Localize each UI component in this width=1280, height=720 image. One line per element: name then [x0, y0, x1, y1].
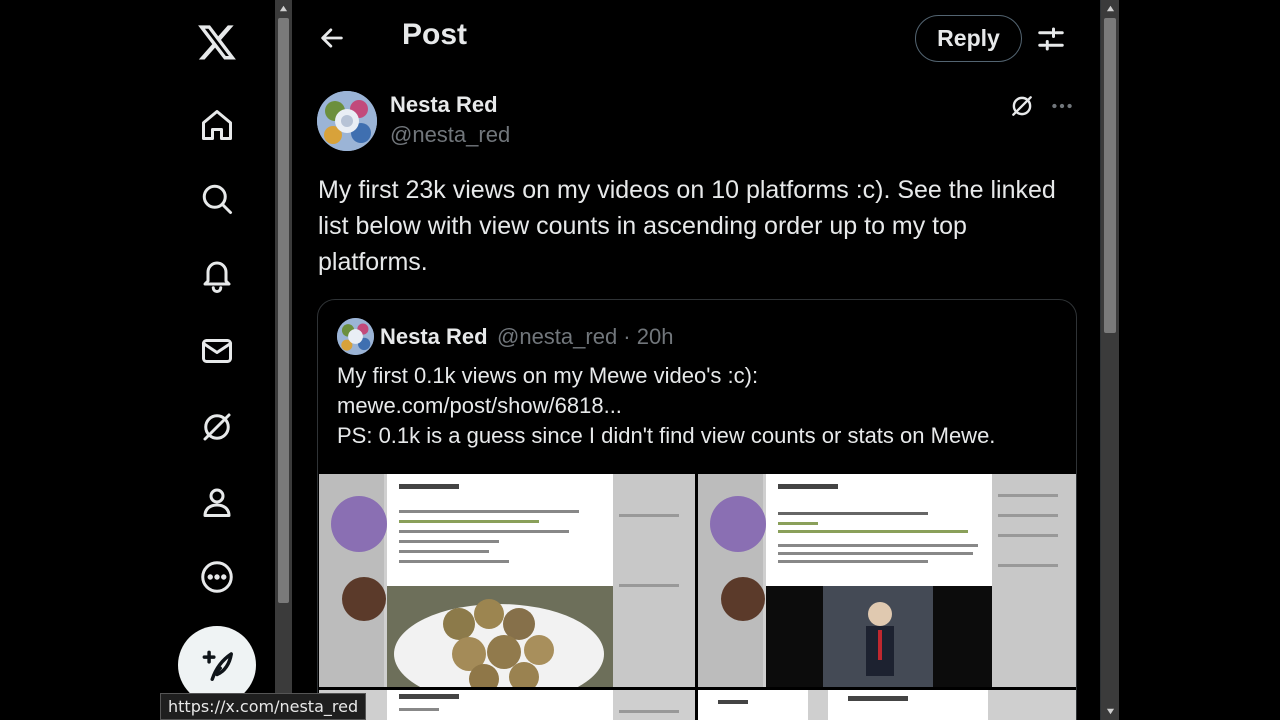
profile-icon[interactable]	[193, 478, 241, 526]
reply-button[interactable]: Reply	[915, 15, 1022, 62]
page-scrollbar[interactable]	[1101, 0, 1119, 720]
home-icon[interactable]	[193, 101, 241, 149]
scroll-down-arrow-icon[interactable]	[1101, 703, 1119, 720]
tweet-text: My first 23k views on my videos on 10 pl…	[318, 176, 1056, 276]
scrollbar-thumb[interactable]	[1104, 18, 1116, 333]
media-image-4[interactable]	[698, 690, 1076, 720]
sliders-icon	[1038, 27, 1064, 51]
media-image-1[interactable]	[319, 474, 695, 687]
more-horizontal-icon	[1052, 103, 1072, 109]
scrollbar-thumb[interactable]	[278, 18, 289, 603]
post-column: Post Reply Nesta Red @nesta_red My first…	[292, 0, 1101, 720]
more-options-button[interactable]	[1046, 90, 1078, 122]
quoted-handle-time: @nesta_red · 20h	[497, 324, 674, 349]
scroll-up-arrow-icon[interactable]	[1101, 0, 1119, 17]
quoted-author-avatar[interactable]	[337, 318, 374, 355]
quoted-text: My first 0.1k views on my Mewe video's :…	[337, 361, 1057, 451]
author-handle[interactable]: @nesta_red	[390, 122, 510, 148]
messages-icon[interactable]	[193, 327, 241, 375]
grok-icon	[1012, 96, 1032, 116]
status-bar-url: https://x.com/nesta_red	[160, 693, 367, 720]
author-avatar[interactable]	[317, 91, 377, 151]
quoted-link[interactable]: mewe.com/post/show/6818...	[337, 391, 1057, 421]
grok-icon[interactable]	[193, 403, 241, 451]
grok-explain-button[interactable]	[1006, 90, 1038, 122]
quoted-text-line: My first 0.1k views on my Mewe video's :…	[337, 363, 759, 388]
quoted-text-line: PS: 0.1k is a guess since I didn't find …	[337, 423, 996, 448]
post-header: Post Reply	[292, 0, 1100, 78]
quoted-author-name[interactable]: Nesta Red	[380, 324, 488, 350]
arrow-left-icon	[321, 28, 343, 48]
quoted-post[interactable]: Nesta Red @nesta_red · 20h My first 0.1k…	[317, 299, 1077, 720]
more-icon[interactable]	[193, 553, 241, 601]
x-logo-icon[interactable]	[193, 18, 241, 66]
notifications-icon[interactable]	[193, 251, 241, 299]
compose-post-icon	[202, 650, 233, 681]
media-image-2[interactable]	[698, 474, 1076, 687]
left-navigation	[0, 0, 275, 720]
author-name[interactable]: Nesta Red	[390, 92, 498, 118]
search-icon[interactable]	[193, 175, 241, 223]
scroll-up-arrow-icon[interactable]	[275, 0, 292, 17]
reply-settings-button[interactable]	[1032, 20, 1070, 58]
page-title: Post	[402, 18, 468, 51]
media-image-3[interactable]	[319, 690, 695, 720]
back-button[interactable]	[312, 18, 352, 58]
nav-scrollbar[interactable]	[275, 0, 292, 720]
media-grid	[318, 474, 1076, 720]
